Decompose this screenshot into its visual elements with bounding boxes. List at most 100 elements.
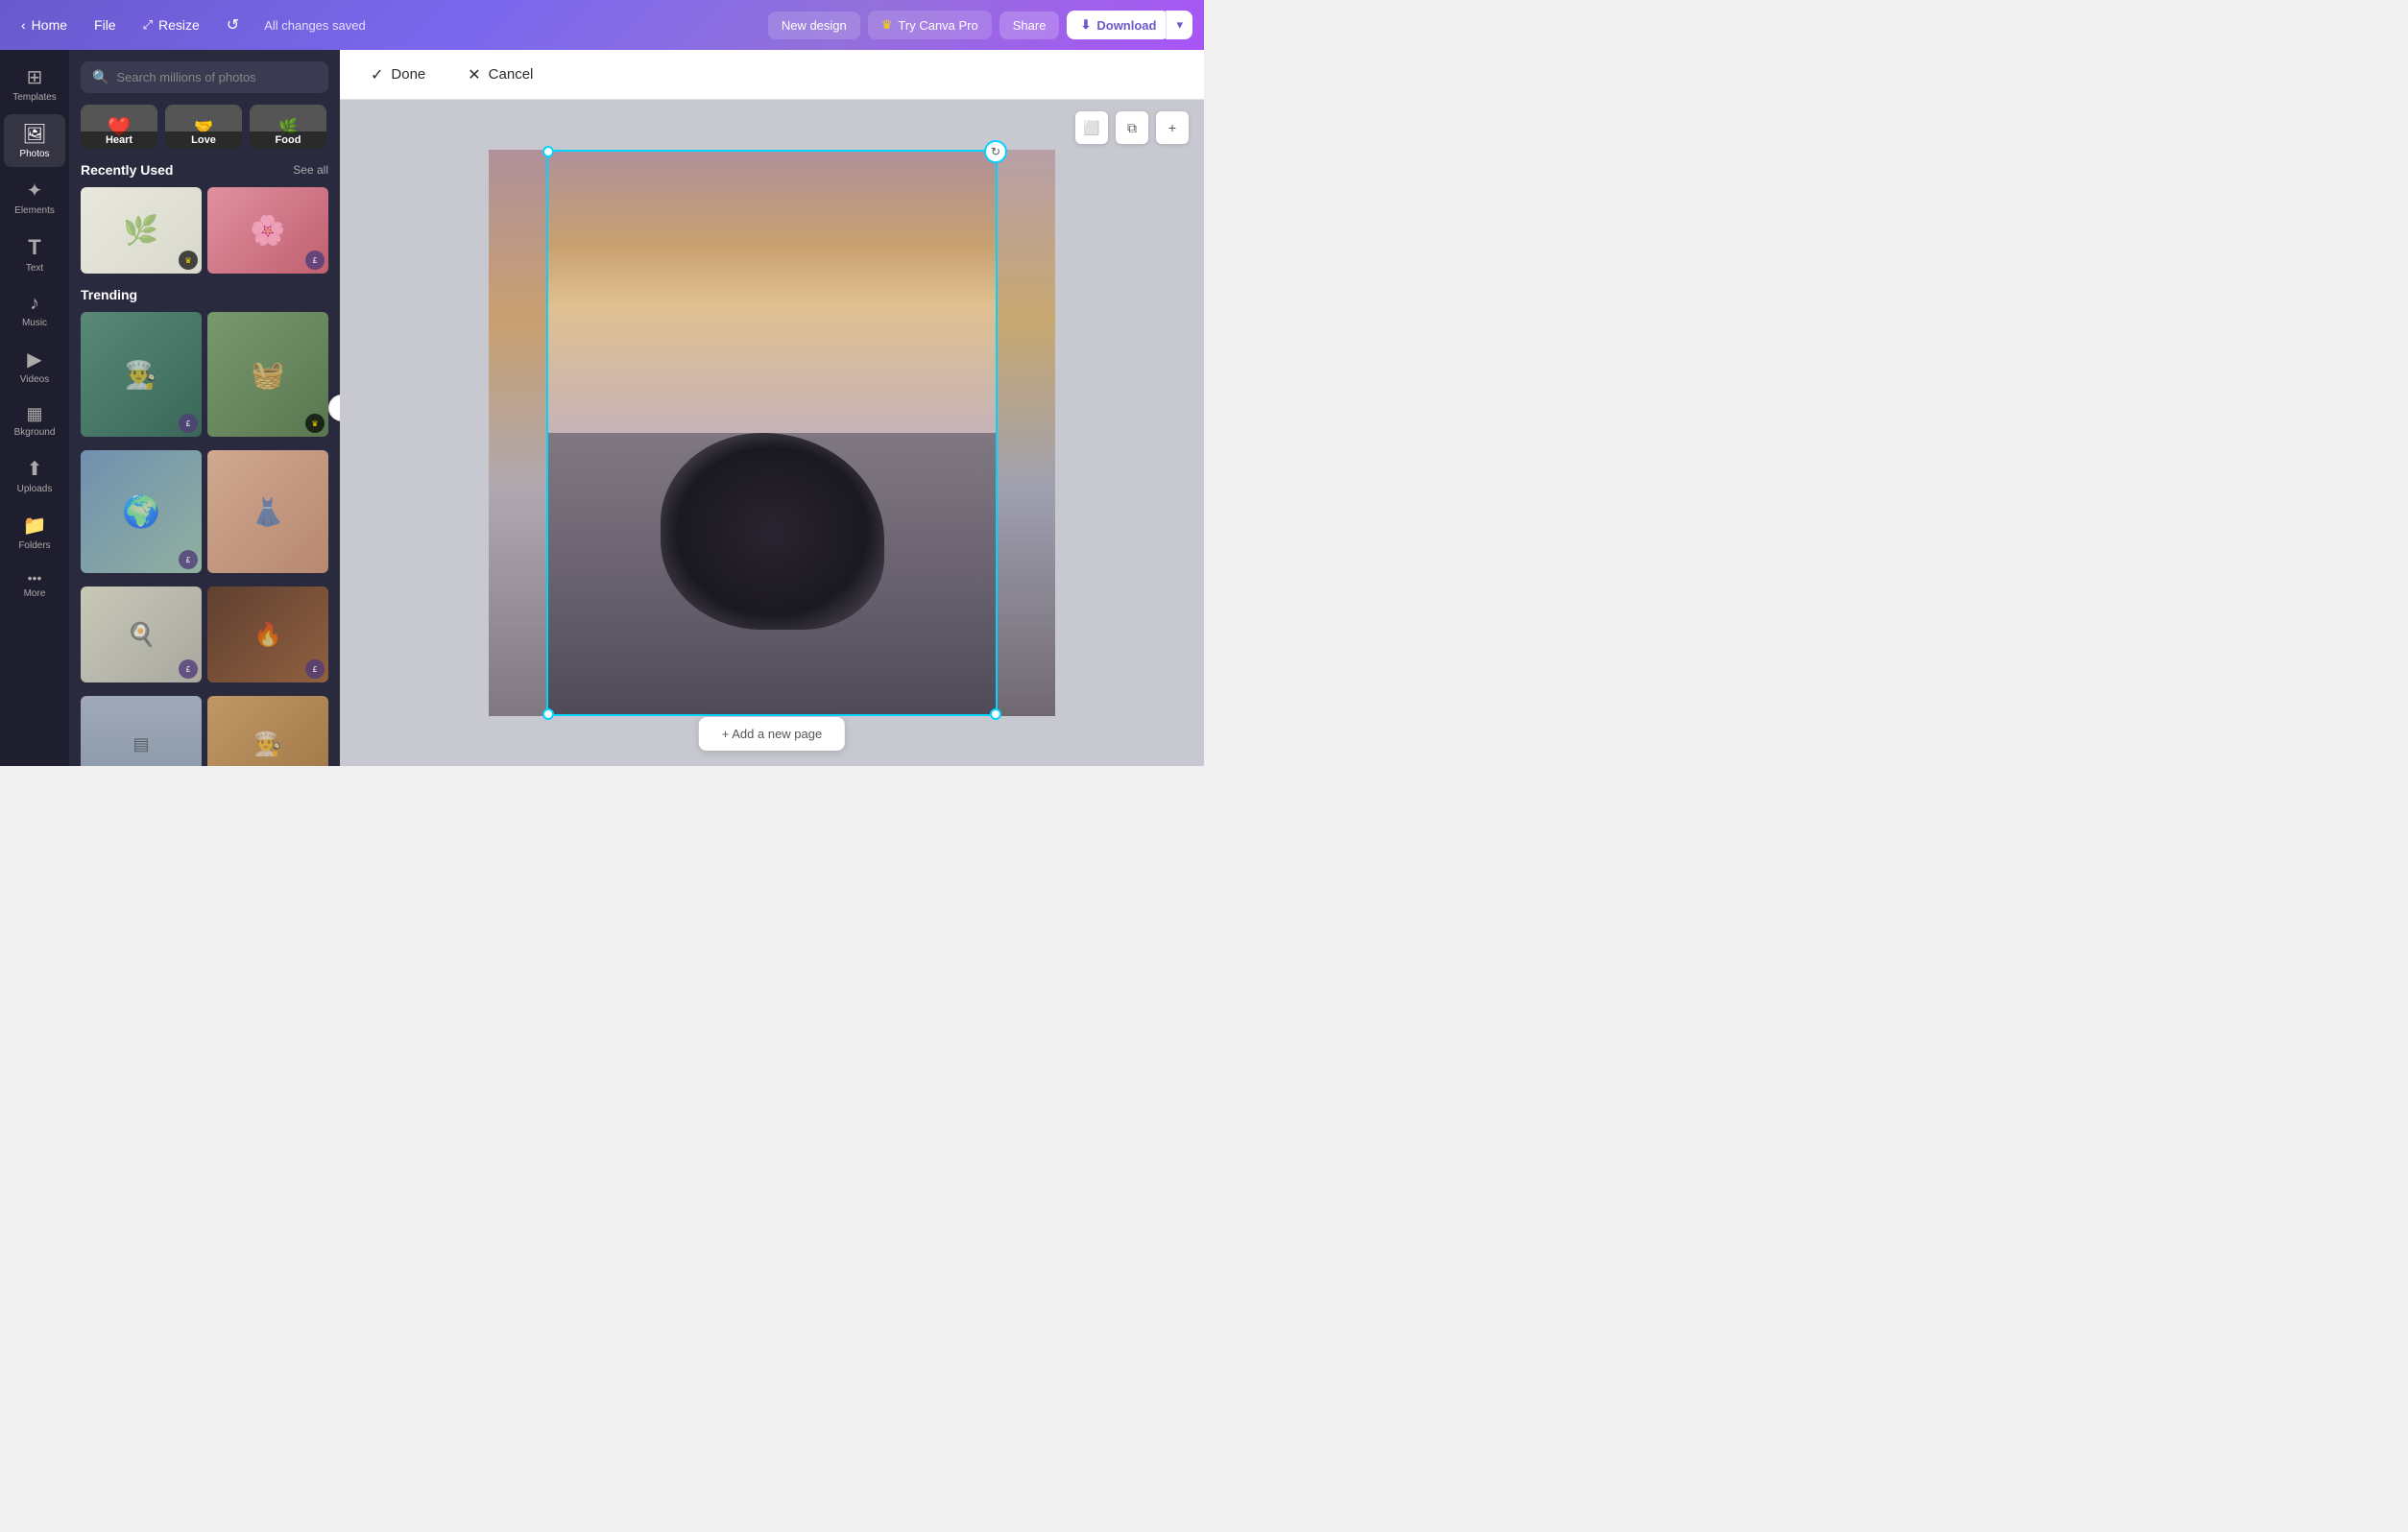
pro-badge-kitchen: £ [179, 659, 198, 679]
sidebar-item-more[interactable]: ••• More [4, 563, 65, 607]
category-heart[interactable]: ❤️ Heart [81, 105, 157, 149]
home-button[interactable]: ‹ Home [12, 12, 77, 38]
photo-thumb-dress[interactable]: 👗 [207, 450, 328, 573]
photos-icon: 🖼 [22, 122, 46, 146]
undo-button[interactable]: ↺ [217, 10, 249, 40]
sidebar-item-background[interactable]: ▦ Bkground [4, 396, 65, 445]
chevron-down-icon: ▾ [1176, 17, 1183, 32]
plus-icon: + [1168, 120, 1176, 135]
download-icon: ⬇ [1080, 17, 1091, 33]
photo-overflow-right [998, 150, 1055, 716]
photo-thumb-cook[interactable]: 👨‍🍳 £ [81, 312, 202, 437]
rotate-handle[interactable]: ↻ [984, 140, 1007, 163]
food-chip-label: Food [250, 132, 326, 149]
resize-handle-bottom-right[interactable] [990, 708, 1001, 720]
download-button[interactable]: ⬇ Download [1067, 11, 1169, 39]
hide-panel-button[interactable]: ‹ [328, 395, 340, 421]
save-status: All changes saved [264, 18, 366, 33]
sidebar-item-templates[interactable]: ⊞ Templates [4, 58, 65, 110]
x-icon: ✕ [468, 65, 480, 84]
love-chip-label: Love [165, 132, 242, 149]
resize-button[interactable]: ⤢ Resize [133, 12, 209, 38]
copy-button[interactable]: ⧉ [1116, 111, 1148, 144]
file-button[interactable]: File [84, 12, 126, 38]
see-all-button[interactable]: See all [293, 163, 328, 177]
navbar: ‹ Home File ⤢ Resize ↺ All changes saved… [0, 0, 1204, 50]
photo-thumb-chef[interactable]: 👨‍🍳 £ [207, 696, 328, 766]
pro-badge-cook: £ [179, 414, 198, 433]
photo-frame: ↻ [489, 150, 1055, 716]
canvas-workspace[interactable]: ⬜ ⧉ + [340, 100, 1204, 766]
sidebar-item-music[interactable]: ♪ Music [4, 285, 65, 336]
sidebar-item-text[interactable]: T Text [4, 227, 65, 281]
photo-main-image[interactable] [548, 152, 996, 714]
sidebar-item-label: Uploads [17, 484, 53, 494]
category-love[interactable]: 🤝 Love [165, 105, 242, 149]
trending-title: Trending [81, 287, 137, 302]
sidebar-item-uploads[interactable]: ⬆ Uploads [4, 449, 65, 502]
share-button[interactable]: Share [999, 12, 1060, 39]
sidebar-item-videos[interactable]: ▶ Videos [4, 340, 65, 393]
chevron-left-icon: ‹ [21, 17, 26, 33]
more-icon: ••• [28, 570, 42, 586]
photo-thumb-kitchen[interactable]: 🍳 £ [81, 586, 202, 682]
canvas-tools: ⬜ ⧉ + [1075, 111, 1189, 144]
text-icon: T [28, 235, 40, 260]
photo-frame-inner[interactable]: ↻ [546, 150, 998, 716]
download-expand-button[interactable]: ▾ [1166, 11, 1192, 39]
category-food[interactable]: 🌿 Food [250, 105, 326, 149]
home-label: Home [32, 17, 67, 33]
templates-icon: ⊞ [27, 65, 43, 89]
sidebar-item-label: More [24, 588, 46, 599]
undo-icon: ↺ [227, 15, 239, 35]
sidebar-item-elements[interactable]: ✦ Elements [4, 171, 65, 224]
sidebar-item-label: Elements [14, 205, 55, 216]
checkmark-icon: ✓ [371, 65, 383, 84]
frame-icon: ⬜ [1083, 120, 1099, 136]
resize-icon: ⤢ [143, 17, 153, 33]
crown-icon: ♛ [881, 17, 893, 33]
trending-grid-row4: ▤ 👨‍🍳 £ [81, 696, 328, 766]
rotate-icon: ↻ [991, 145, 1000, 158]
try-pro-button[interactable]: ♛ Try Canva Pro [868, 11, 992, 39]
duplicate-frame-button[interactable]: ⬜ [1075, 111, 1108, 144]
background-icon: ▦ [26, 404, 42, 424]
sidebar-item-label: Folders [18, 540, 50, 551]
sidebar-item-label: Text [26, 263, 43, 274]
photos-panel: 🔍 ❤️ Heart 🤝 Love 🌿 Food [69, 50, 340, 766]
recently-used-title: Recently Used [81, 162, 173, 178]
photo-thumb-blinds[interactable]: ▤ [81, 696, 202, 766]
elements-icon: ✦ [27, 179, 43, 203]
videos-icon: ▶ [27, 347, 41, 371]
trending-grid-row2: 🌍 £ 👗 [81, 450, 328, 573]
sidebar-item-label: Bkground [14, 427, 56, 438]
add-element-button[interactable]: + [1156, 111, 1189, 144]
photo-thumb-picnic[interactable]: 🧺 ♛ [207, 312, 328, 437]
recently-used-header: Recently Used See all [81, 162, 328, 178]
pro-badge-leaf: ♛ [179, 251, 198, 270]
sidebar-item-label: Videos [20, 374, 49, 385]
trending-grid-row1: 👨‍🍳 £ 🧺 ♛ [81, 312, 328, 437]
music-icon: ♪ [30, 293, 39, 315]
pro-badge-fireplace: £ [305, 659, 325, 679]
new-design-button[interactable]: New design [768, 12, 860, 39]
cancel-button[interactable]: ✕ Cancel [456, 60, 544, 90]
photo-thumb-earth[interactable]: 🌍 £ [81, 450, 202, 573]
resize-handle-top-left[interactable] [542, 146, 554, 157]
photo-thumb-leaf[interactable]: 🌿 ♛ [81, 187, 202, 274]
done-button[interactable]: ✓ Done [359, 60, 437, 90]
category-row: ❤️ Heart 🤝 Love 🌿 Food › [81, 105, 328, 149]
add-page-button[interactable]: + Add a new page [699, 717, 845, 751]
resize-label: Resize [158, 17, 200, 33]
sidebar-item-folders[interactable]: 📁 Folders [4, 506, 65, 559]
canvas-area: ✓ Done ✕ Cancel ⬜ ⧉ + [340, 50, 1204, 766]
file-label: File [94, 17, 116, 33]
photo-thumb-roses[interactable]: 🌸 £ [207, 187, 328, 274]
trending-grid-row3: 🍳 £ 🔥 £ [81, 586, 328, 682]
photo-thumb-fireplace[interactable]: 🔥 £ [207, 586, 328, 682]
download-group: ⬇ Download ▾ [1067, 11, 1192, 39]
recently-used-grid: 🌿 ♛ 🌸 £ [81, 187, 328, 274]
sidebar-item-photos[interactable]: 🖼 Photos [4, 114, 65, 167]
resize-handle-bottom-left[interactable] [542, 708, 554, 720]
search-input[interactable] [116, 70, 317, 84]
